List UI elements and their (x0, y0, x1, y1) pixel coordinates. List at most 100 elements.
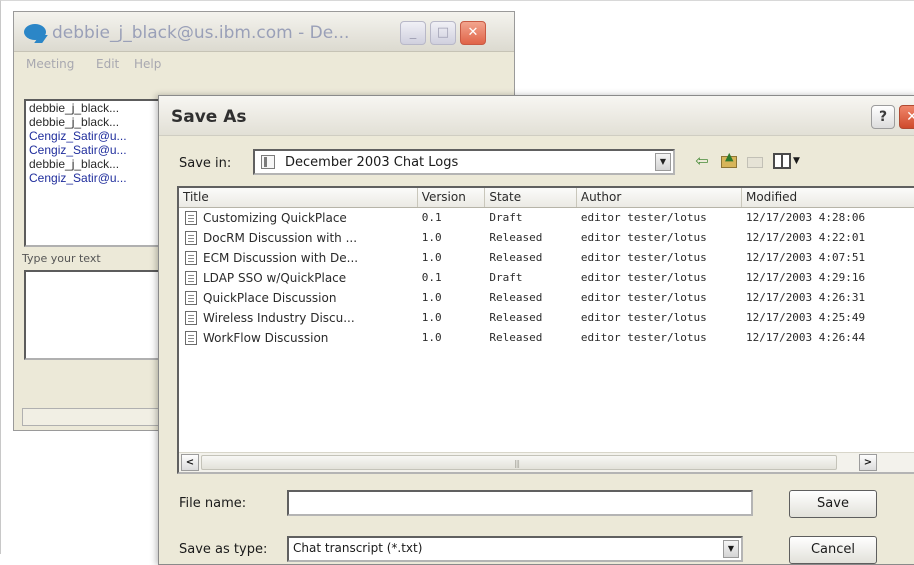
participant-item[interactable]: Cengiz_Satir@u... (26, 171, 172, 185)
row-title: WorkFlow Discussion (179, 328, 418, 348)
file-rows: Customizing QuickPlace 0.1 Draft editor tes… (179, 208, 914, 348)
chevron-down-icon[interactable]: ▼ (723, 540, 739, 558)
minimize-button[interactable]: _ (400, 21, 426, 45)
row-version: 0.1 (421, 271, 442, 284)
screenshot-frame: debbie_j_black@us.ibm.com - De... _ □ ✕ … (0, 0, 914, 565)
participant-item[interactable]: debbie_j_black... (26, 101, 172, 115)
chat-title-bar[interactable]: debbie_j_black@us.ibm.com - De... _ □ ✕ (14, 12, 514, 52)
row-modified: 12/17/2003 4:22:01 (745, 231, 866, 244)
row-author: editor tester/lotus (580, 331, 707, 344)
row-title: ECM Discussion with De... (179, 248, 418, 268)
document-icon (185, 291, 197, 305)
table-row[interactable]: LDAP SSO w/QuickPlace 0.1 Draft editor test… (179, 268, 914, 288)
file-list[interactable]: Title Version State Author Modified Cust… (177, 186, 914, 474)
row-title-text: Customizing QuickPlace (203, 211, 347, 225)
save-as-dialog: Save As ? ✕ Save in: December 2003 Chat … (158, 95, 914, 565)
column-modified[interactable]: Modified (742, 188, 914, 207)
file-list-header: Title Version State Author Modified (179, 188, 914, 208)
table-row[interactable]: WorkFlow Discussion 1.0 Released editor tes… (179, 328, 914, 348)
cancel-button[interactable]: Cancel (789, 536, 877, 564)
participant-item[interactable]: debbie_j_black... (26, 157, 172, 171)
chevron-down-icon[interactable]: ▼ (655, 153, 671, 171)
table-row[interactable]: DocRM Discussion with ... 1.0 Released edit… (179, 228, 914, 248)
save-as-type-dropdown[interactable]: Chat transcript (*.txt) ▼ (287, 536, 743, 562)
document-icon (185, 331, 197, 345)
participant-item[interactable]: debbie_j_black... (26, 115, 172, 129)
menu-help[interactable]: Help (134, 57, 161, 71)
row-title-text: LDAP SSO w/QuickPlace (203, 271, 347, 285)
save-button[interactable]: Save (789, 490, 877, 518)
row-author: editor tester/lotus (580, 311, 707, 324)
row-author: editor tester/lotus (580, 291, 707, 304)
row-modified: 12/17/2003 4:26:31 (745, 291, 866, 304)
type-text-label: Type your text (22, 252, 101, 265)
save-as-type-label: Save as type: (179, 542, 268, 557)
save-as-type-value: Chat transcript (*.txt) (293, 541, 423, 555)
row-title-text: Wireless Industry Discu... (203, 311, 355, 325)
maximize-button[interactable]: □ (430, 21, 456, 45)
horizontal-scrollbar[interactable]: < ||| > (179, 452, 914, 472)
column-state[interactable]: State (485, 188, 577, 207)
dialog-close-button[interactable]: ✕ (899, 105, 914, 129)
row-version: 1.0 (421, 251, 442, 264)
file-name-input[interactable] (287, 490, 753, 516)
row-state: Released (489, 251, 543, 264)
table-row[interactable]: Wireless Industry Discu... 1.0 Released edi… (179, 308, 914, 328)
save-in-label: Save in: (179, 156, 232, 171)
participant-list[interactable]: debbie_j_black... debbie_j_black... Ceng… (24, 99, 174, 247)
row-state: Released (489, 311, 543, 324)
dialog-title: Save As (171, 107, 247, 127)
row-title-text: QuickPlace Discussion (203, 291, 337, 305)
row-title: Wireless Industry Discu... (179, 308, 418, 328)
dialog-title-bar[interactable]: Save As ? ✕ (159, 96, 914, 136)
participant-item[interactable]: Cengiz_Satir@u... (26, 129, 172, 143)
back-arrow-icon[interactable]: ⇦ (693, 150, 711, 172)
row-modified: 12/17/2003 4:28:06 (745, 211, 866, 224)
scroll-left-button[interactable]: < (181, 454, 199, 471)
scroll-grip: ||| (514, 459, 520, 468)
row-state: Released (489, 291, 543, 304)
chat-bubble-icon (24, 24, 46, 40)
column-author[interactable]: Author (577, 188, 742, 207)
file-name-label: File name: (179, 496, 247, 511)
row-version: 1.0 (421, 231, 442, 244)
new-folder-icon[interactable] (745, 150, 765, 172)
chat-menu-bar: Meeting Edit Help (14, 52, 514, 78)
document-icon (185, 211, 197, 225)
chat-status-bar (22, 408, 174, 426)
row-author: editor tester/lotus (580, 271, 707, 284)
row-modified: 12/17/2003 4:07:51 (745, 251, 866, 264)
row-title: DocRM Discussion with ... (179, 228, 418, 248)
scroll-right-button[interactable]: > (859, 454, 877, 471)
up-folder-icon[interactable]: ▲ (719, 150, 739, 172)
row-title-text: WorkFlow Discussion (203, 331, 329, 345)
document-icon (185, 271, 197, 285)
row-version: 1.0 (421, 311, 442, 324)
scroll-thumb[interactable]: ||| (201, 455, 837, 470)
message-input[interactable] (24, 270, 174, 360)
menu-edit[interactable]: Edit (96, 57, 119, 71)
row-title: Customizing QuickPlace (179, 208, 418, 228)
row-title-text: DocRM Discussion with ... (203, 231, 358, 245)
folder-icon (261, 155, 275, 169)
menu-meeting[interactable]: Meeting (26, 57, 74, 71)
document-icon (185, 231, 197, 245)
participant-item[interactable]: Cengiz_Satir@u... (26, 143, 172, 157)
row-state: Draft (489, 211, 523, 224)
chat-close-button[interactable]: ✕ (460, 21, 486, 45)
row-modified: 12/17/2003 4:25:49 (745, 311, 866, 324)
column-title[interactable]: Title (179, 188, 418, 207)
column-version[interactable]: Version (418, 188, 486, 207)
table-row[interactable]: QuickPlace Discussion 1.0 Released editor t… (179, 288, 914, 308)
row-state: Draft (489, 271, 523, 284)
table-row[interactable]: ECM Discussion with De... 1.0 Released edit… (179, 248, 914, 268)
row-author: editor tester/lotus (580, 211, 707, 224)
view-menu-icon[interactable]: ▼ (771, 150, 805, 172)
row-version: 1.0 (421, 331, 442, 344)
save-in-dropdown[interactable]: December 2003 Chat Logs ▼ (253, 149, 675, 175)
help-button[interactable]: ? (871, 105, 895, 129)
row-state: Released (489, 231, 543, 244)
row-version: 0.1 (421, 211, 442, 224)
table-row[interactable]: Customizing QuickPlace 0.1 Draft editor tes… (179, 208, 914, 228)
chat-window-title: debbie_j_black@us.ibm.com - De... (52, 23, 350, 43)
